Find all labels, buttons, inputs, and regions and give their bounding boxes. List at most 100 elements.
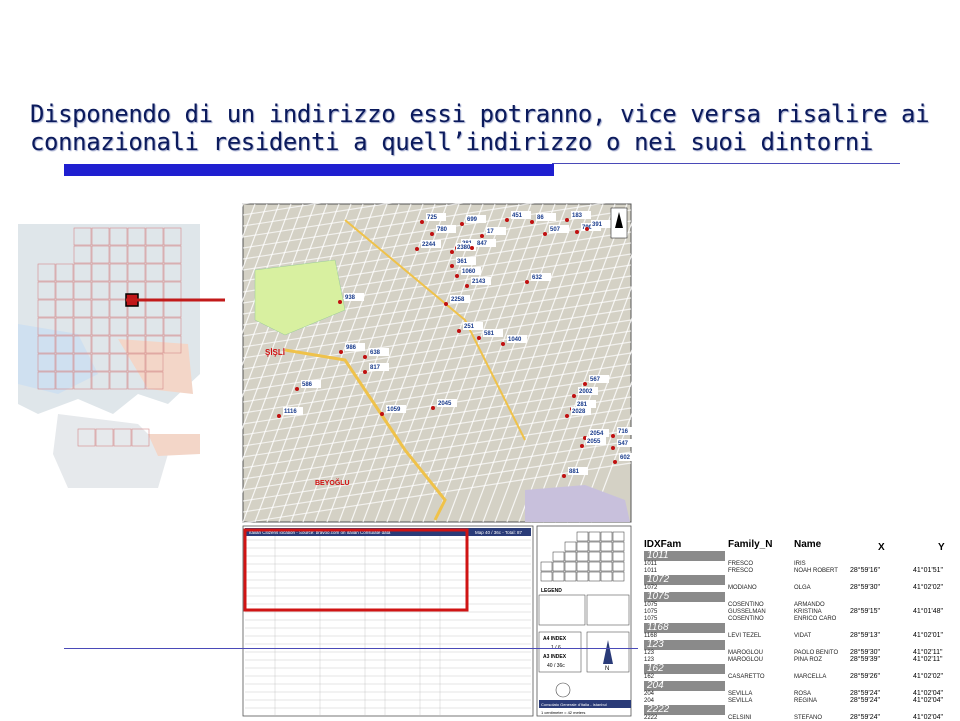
table-cell: KRISTINA <box>794 609 822 615</box>
table-cell: 2222 <box>644 715 658 721</box>
svg-text:602: 602 <box>620 455 631 461</box>
svg-text:2028: 2028 <box>572 409 586 415</box>
table-cell: MAROGLOU <box>728 657 764 663</box>
svg-text:938: 938 <box>345 295 356 301</box>
svg-text:638: 638 <box>370 350 381 356</box>
table-cell: COSENTINO <box>728 616 764 622</box>
coord-y-cell: 41°02'04" <box>913 697 943 704</box>
coord-x-cell: 28°59'30" <box>850 584 880 591</box>
svg-text:391: 391 <box>592 222 603 228</box>
city-street-map: ŞİŞLİ BEYOĞLU 72569945186183780175077903… <box>225 200 645 720</box>
coord-x-cell: 28°59'26" <box>850 673 880 680</box>
table-cell: 1075 <box>644 602 658 608</box>
coord-x-cell: 28°59'24" <box>850 697 880 704</box>
svg-text:2045: 2045 <box>438 401 452 407</box>
header-family-n: Family_N <box>728 539 773 550</box>
table-cell: FRESCO <box>728 561 754 567</box>
idx-fam-cell: 123 <box>644 640 725 650</box>
svg-text:567: 567 <box>590 377 601 383</box>
table-cell: PAOLO BENITO <box>794 650 839 656</box>
svg-text:1116: 1116 <box>284 409 297 415</box>
a3-index-value: 40 / 36c <box>547 663 565 669</box>
idx-fam-cell: 162 <box>644 664 725 674</box>
table-cell: 1011 <box>644 561 657 567</box>
svg-text:2143: 2143 <box>472 279 486 285</box>
idx-fam-cell: 204 <box>644 681 725 691</box>
svg-text:2054: 2054 <box>590 431 604 437</box>
district-label-beyoglu: BEYOĞLU <box>315 478 350 487</box>
title-underline-bar <box>64 164 554 176</box>
svg-text:1040: 1040 <box>508 337 522 343</box>
svg-text:725: 725 <box>427 215 438 221</box>
family-data-table: IDXFam Family_N Name X Y 1011 1011 FRESCO I… <box>638 535 960 721</box>
table-cell: PINA ROZ <box>794 657 823 663</box>
slide-title-line-1: Disponendo di un indirizzo essi potranno… <box>30 100 930 128</box>
legend-title: LEGEND <box>541 588 562 594</box>
table-cell: OLGA <box>794 585 811 591</box>
table-cell: MAROGLOU <box>728 650 764 656</box>
coord-x-cell: 28°59'13" <box>850 632 880 639</box>
idx-fam-cell: 1168 <box>644 623 725 633</box>
coord-y-cell: 41°01'51" <box>913 567 943 574</box>
header-name: Name <box>794 539 822 550</box>
table-cell: ROSA <box>794 691 812 697</box>
consulate-label: Consolato Generale d'Italia - Istanbul <box>541 702 607 707</box>
coord-x-cell: 28°59'16" <box>850 567 880 574</box>
svg-text:183: 183 <box>572 213 583 219</box>
svg-text:547: 547 <box>618 441 629 447</box>
svg-text:716: 716 <box>618 429 629 435</box>
svg-text:361: 361 <box>457 259 468 265</box>
table-cell: IRIS <box>794 561 806 567</box>
svg-text:699: 699 <box>467 217 478 223</box>
svg-text:586: 586 <box>302 382 313 388</box>
a3-index-label: A3 INDEX <box>543 654 567 660</box>
a4-index-label: A4 INDEX <box>543 636 567 642</box>
table-cell: MODIANO <box>728 585 757 591</box>
coord-x-cell: 28°59'24" <box>850 690 880 697</box>
table-cell: VIDAT <box>794 633 812 639</box>
idx-fam-cell: 1011 <box>644 551 725 561</box>
svg-text:2002: 2002 <box>579 389 593 395</box>
district-label-sisli: ŞİŞLİ <box>265 348 285 357</box>
svg-text:817: 817 <box>370 365 381 371</box>
coord-x-cell: 28°59'30" <box>850 649 880 656</box>
svg-text:581: 581 <box>484 331 495 337</box>
table-cell: CELSINI <box>728 715 752 721</box>
slide-title: Disponendo di un indirizzo essi potranno… <box>30 100 930 156</box>
svg-text:632: 632 <box>532 275 543 281</box>
table-cell: 123 <box>644 650 655 656</box>
table-cell: STEFANO <box>794 715 823 721</box>
svg-text:17: 17 <box>487 229 494 235</box>
table-cell: SEVILLA <box>728 691 753 697</box>
north-label: N <box>605 666 609 672</box>
header-y: Y <box>938 542 945 553</box>
table-cell: NOAH ROBERT <box>794 568 838 574</box>
table-cell: ENRICO CARO <box>794 616 837 622</box>
svg-text:507: 507 <box>550 227 561 233</box>
svg-text:1059: 1059 <box>387 407 401 413</box>
coord-y-cell: 41°02'01" <box>913 632 943 639</box>
table-cell: FRESCO <box>728 568 754 574</box>
svg-text:2258: 2258 <box>451 297 465 303</box>
svg-text:1060: 1060 <box>462 269 476 275</box>
title-divider-line <box>552 163 900 164</box>
coord-x-cell: 28°59'39" <box>850 656 880 663</box>
header-idxfam: IDXFam <box>644 539 682 550</box>
idx-fam-cell: 1072 <box>644 575 725 585</box>
slide-title-line-2: connazionali residenti a quell’indirizzo… <box>30 128 873 156</box>
svg-text:2380: 2380 <box>457 245 471 251</box>
coord-y-cell: 41°01'48" <box>913 608 943 615</box>
coord-y-cell: 41°02'11" <box>913 656 943 663</box>
svg-text:847: 847 <box>477 241 488 247</box>
map-table-count: Map 40 / 36c - Total: 87 <box>475 530 522 535</box>
table-cell: COSENTINO <box>728 602 764 608</box>
table-cell: LEVI TEZEL <box>728 633 762 639</box>
table-cell: 204 <box>644 691 655 697</box>
svg-text:986: 986 <box>346 345 357 351</box>
table-cell: MARCELLA <box>794 674 827 680</box>
svg-text:251: 251 <box>464 324 475 330</box>
coord-y-cell: 41°02'02" <box>913 673 943 680</box>
table-cell: 1075 <box>644 609 658 615</box>
table-cell: SEVILLA <box>728 698 753 704</box>
table-cell: CASARETTO <box>728 674 765 680</box>
